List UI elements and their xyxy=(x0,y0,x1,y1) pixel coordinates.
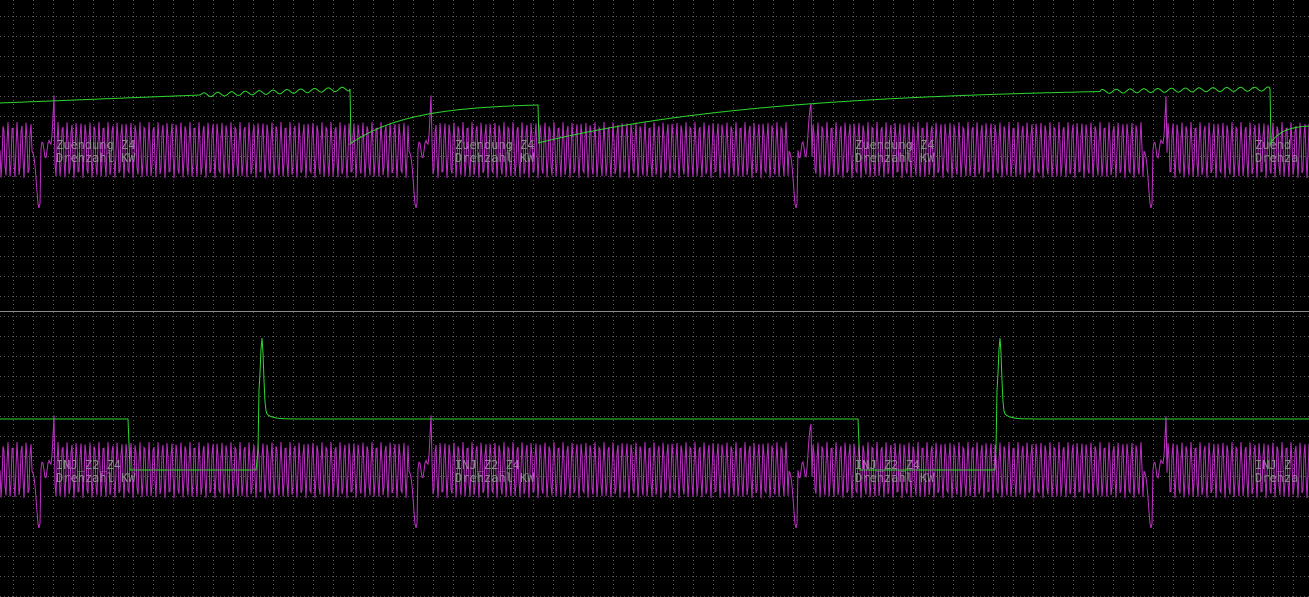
series-label-signal: Zuend xyxy=(1255,138,1291,152)
series-label-crank: Drehzahl KW xyxy=(855,151,935,165)
series-label-signal: INJ_Z xyxy=(1255,458,1291,472)
top-label-group-1: Zuendung Z4 Drehzahl KW xyxy=(56,138,136,165)
top-label-group-2: Zuendung Z4 Drehzahl KW xyxy=(455,138,535,165)
series-label-crank: Drehzahl KW xyxy=(56,471,136,485)
top-label-group-3: Zuendung Z4 Drehzahl KW xyxy=(855,138,935,165)
series-label-signal: INJ_Z2_Z4 xyxy=(56,458,121,472)
series-label-crank: Drehzahl KW xyxy=(455,151,535,165)
screen-background xyxy=(0,0,1309,597)
series-label-signal: Zuendung Z4 xyxy=(855,138,934,152)
series-label-crank: Drehzahl KW xyxy=(56,151,136,165)
series-label-crank: Drehzahl KW xyxy=(855,471,935,485)
oscilloscope-display: Zuendung Z4 Drehzahl KW Zuendung Z4 Dreh… xyxy=(0,0,1309,597)
series-label-signal: Zuendung Z4 xyxy=(56,138,135,152)
series-label-signal: Zuendung Z4 xyxy=(455,138,534,152)
series-label-crank: Drehza xyxy=(1255,471,1298,485)
series-label-signal: INJ_Z2_Z4 xyxy=(855,458,920,472)
series-label-signal: INJ_Z2_Z4 xyxy=(455,458,520,472)
series-label-crank: Drehza xyxy=(1255,151,1298,165)
series-label-crank: Drehzahl KW xyxy=(455,471,535,485)
